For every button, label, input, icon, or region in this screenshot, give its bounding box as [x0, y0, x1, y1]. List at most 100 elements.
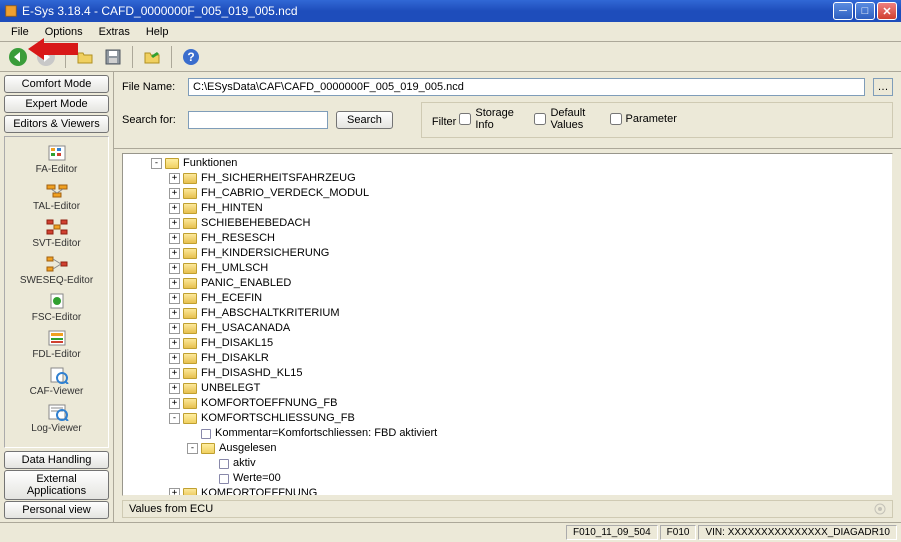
tree-expander[interactable]: +: [169, 488, 180, 496]
tree-node[interactable]: +FH_KINDERSICHERUNG: [151, 246, 892, 261]
tool-tal-editor[interactable]: TAL-Editor: [5, 178, 108, 215]
filter-default-values[interactable]: Default Values: [534, 107, 592, 131]
tree-expander[interactable]: -: [151, 158, 162, 169]
tree-node[interactable]: +FH_DISAKLR: [151, 351, 892, 366]
tool-icon: [43, 292, 71, 310]
tree-node[interactable]: +FH_USACANADA: [151, 321, 892, 336]
tool-icon: [43, 218, 71, 236]
tree-node[interactable]: +FH_DISASHD_KL15: [151, 366, 892, 381]
tree-expander[interactable]: +: [169, 263, 180, 274]
folder-icon: [183, 383, 197, 394]
filter-storage-info[interactable]: Storage Info: [459, 107, 517, 131]
file-name-label: File Name:: [122, 81, 180, 93]
tree-label: UNBELEGT: [201, 381, 260, 396]
file-name-input[interactable]: [188, 78, 865, 96]
tool-label: FDL-Editor: [32, 349, 80, 360]
tree-expander[interactable]: +: [169, 218, 180, 229]
mode-editors[interactable]: Editors & Viewers: [4, 115, 109, 133]
folder-icon: [183, 248, 197, 259]
edit-button[interactable]: [140, 45, 164, 69]
tool-fa-editor[interactable]: FA-Editor: [5, 141, 108, 178]
tree-node[interactable]: +FH_CABRIO_VERDECK_MODUL: [151, 186, 892, 201]
filter-parameter[interactable]: Parameter: [610, 113, 668, 125]
tool-fdl-editor[interactable]: FDL-Editor: [5, 326, 108, 363]
search-input[interactable]: [188, 111, 328, 129]
tree-node[interactable]: +KOMFORTOEFFNUNG: [151, 486, 892, 496]
tree-node[interactable]: +FH_ABSCHALTKRITERIUM: [151, 306, 892, 321]
tree-expander[interactable]: +: [169, 398, 180, 409]
tree-expander[interactable]: +: [169, 383, 180, 394]
tool-svt-editor[interactable]: SVT-Editor: [5, 215, 108, 252]
tree-node[interactable]: -Funktionen: [151, 156, 892, 171]
close-button[interactable]: ✕: [877, 2, 897, 20]
search-button[interactable]: Search: [336, 111, 393, 129]
menu-extras[interactable]: Extras: [92, 24, 137, 40]
tool-sweseq-editor[interactable]: SWESEQ-Editor: [5, 252, 108, 289]
mode-expert[interactable]: Expert Mode: [4, 95, 109, 113]
help-button[interactable]: ?: [179, 45, 203, 69]
tree-expander[interactable]: +: [169, 368, 180, 379]
leaf-icon: [219, 459, 229, 469]
browse-button[interactable]: …: [873, 78, 893, 96]
tree-expander[interactable]: +: [169, 353, 180, 364]
tree-expander[interactable]: +: [169, 338, 180, 349]
tree-node[interactable]: +KOMFORTOEFFNUNG_FB: [151, 396, 892, 411]
tree-node[interactable]: + UNBELEGT: [151, 381, 892, 396]
tree-node[interactable]: -Ausgelesen: [151, 441, 892, 456]
tree-expander[interactable]: +: [169, 248, 180, 259]
tool-caf-viewer[interactable]: CAF-Viewer: [5, 363, 108, 400]
gear-icon: [874, 503, 886, 515]
tree-expander[interactable]: +: [169, 323, 180, 334]
tool-label: SVT-Editor: [32, 238, 80, 249]
help-icon: ?: [182, 48, 200, 66]
back-button[interactable]: [6, 45, 30, 69]
menu-file[interactable]: File: [4, 24, 36, 40]
tree-expander[interactable]: -: [187, 443, 198, 454]
tree-node[interactable]: +FH_HINTEN: [151, 201, 892, 216]
folder-icon: [183, 263, 197, 274]
folder-icon: [183, 368, 197, 379]
maximize-button[interactable]: □: [855, 2, 875, 20]
tree-node[interactable]: -KOMFORTSCHLIESSUNG_FB: [151, 411, 892, 426]
tree-node[interactable]: + FH_ECEFIN: [151, 291, 892, 306]
btn-external-apps[interactable]: External Applications: [4, 470, 109, 500]
tree-expander[interactable]: +: [169, 188, 180, 199]
folder-icon: [183, 353, 197, 364]
btn-personal-view[interactable]: Personal view: [4, 501, 109, 519]
folder-icon: [183, 278, 197, 289]
tree-expander[interactable]: +: [169, 278, 180, 289]
tool-fsc-editor[interactable]: FSC-Editor: [5, 289, 108, 326]
forward-button[interactable]: [34, 45, 58, 69]
tree-expander[interactable]: +: [169, 203, 180, 214]
tree-node[interactable]: +FH_SICHERHEITSFAHRZEUG: [151, 171, 892, 186]
tree-label: FH_ECEFIN: [201, 291, 262, 306]
minimize-button[interactable]: ─: [833, 2, 853, 20]
tree-node[interactable]: +PANIC_ENABLED: [151, 276, 892, 291]
values-bar-label: Values from ECU: [129, 503, 213, 515]
open-button[interactable]: [73, 45, 97, 69]
tree-expander[interactable]: +: [169, 173, 180, 184]
tree-expander[interactable]: +: [169, 233, 180, 244]
menu-help[interactable]: Help: [139, 24, 176, 40]
tree-node[interactable]: Kommentar=Komfortschliessen: FBD aktivie…: [151, 426, 892, 441]
save-button[interactable]: [101, 45, 125, 69]
tree-expander[interactable]: -: [169, 413, 180, 424]
menu-options[interactable]: Options: [38, 24, 90, 40]
tool-label: CAF-Viewer: [30, 386, 84, 397]
tree-node[interactable]: +FH_DISAKL15: [151, 336, 892, 351]
values-bar[interactable]: Values from ECU: [122, 500, 893, 518]
folder-icon: [183, 398, 197, 409]
tree-expander[interactable]: +: [169, 293, 180, 304]
tree-view[interactable]: -Funktionen+FH_SICHERHEITSFAHRZEUG+FH_CA…: [122, 153, 893, 496]
tool-icon: [43, 329, 71, 347]
tool-log-viewer[interactable]: Log-Viewer: [5, 400, 108, 437]
forward-arrow-icon: [36, 47, 56, 67]
tree-node[interactable]: +SCHIEBEHEBEDACH: [151, 216, 892, 231]
tree-expander[interactable]: +: [169, 308, 180, 319]
btn-data-handling[interactable]: Data Handling: [4, 451, 109, 469]
tree-node[interactable]: +FH_RESESCH: [151, 231, 892, 246]
mode-comfort[interactable]: Comfort Mode: [4, 75, 109, 93]
tree-node[interactable]: +FH_UMLSCH: [151, 261, 892, 276]
tree-node[interactable]: aktiv: [151, 456, 892, 471]
tree-node[interactable]: Werte=00: [151, 471, 892, 486]
